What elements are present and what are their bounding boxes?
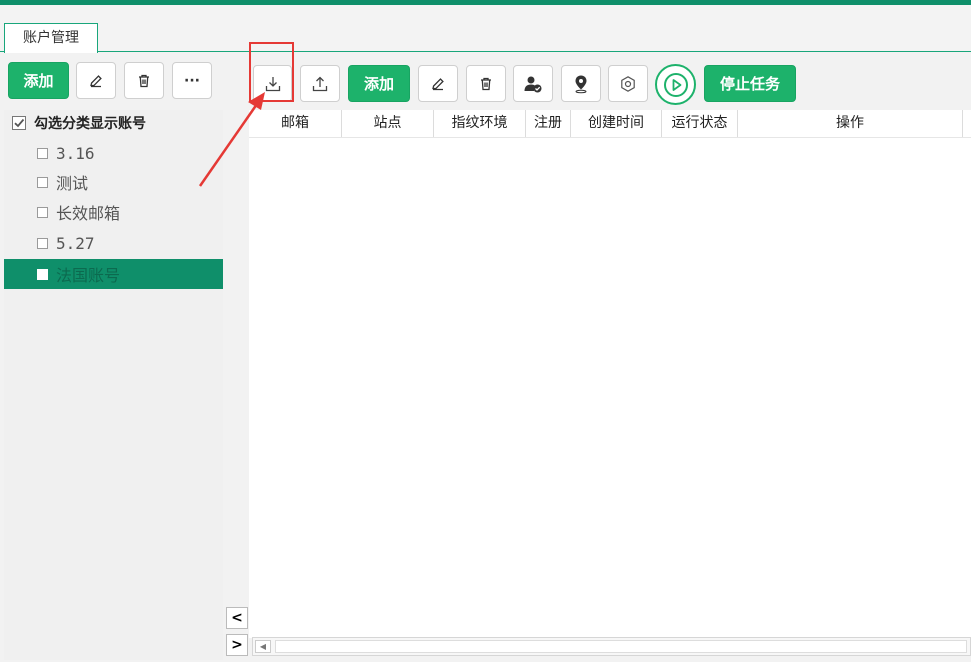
- settings-icon: [619, 75, 637, 93]
- stop-task-button[interactable]: 停止任务: [704, 65, 796, 102]
- tree-header-label: 勾选分类显示账号: [34, 116, 146, 132]
- more-icon: ···: [184, 72, 200, 89]
- column-header-actions[interactable]: 操作: [738, 110, 963, 137]
- scrollbar-thumb[interactable]: [275, 640, 967, 653]
- column-header-site[interactable]: 站点: [342, 110, 434, 137]
- left-edit-button[interactable]: [76, 62, 116, 99]
- tree-item-test[interactable]: 测试: [4, 167, 223, 197]
- tab-strip: 账户管理: [0, 5, 971, 53]
- table-header: 邮箱 站点 指纹环境 注册 创建时间 运行状态 操作: [249, 110, 971, 138]
- checkbox[interactable]: [37, 147, 48, 159]
- left-add-button[interactable]: 添加: [8, 62, 69, 99]
- column-header-email[interactable]: 邮箱: [249, 110, 342, 137]
- column-header-register[interactable]: 注册: [526, 110, 571, 137]
- location-button[interactable]: [561, 65, 601, 102]
- tree-item-france-accounts[interactable]: 法国账号: [4, 259, 223, 289]
- annotation-highlight-box: [249, 42, 294, 102]
- right-add-button[interactable]: 添加: [348, 65, 410, 102]
- column-header-created-time[interactable]: 创建时间: [571, 110, 662, 137]
- column-header-run-status[interactable]: 运行状态: [662, 110, 738, 137]
- right-edit-button[interactable]: [418, 65, 458, 102]
- tree-header[interactable]: 勾选分类显示账号: [12, 112, 146, 134]
- tree-item-3-16[interactable]: 3.16: [4, 138, 223, 168]
- tab-account-management[interactable]: 账户管理: [4, 23, 98, 53]
- expand-panel-button[interactable]: >: [226, 634, 248, 656]
- tree-item-label: 3.16: [56, 143, 95, 163]
- tree-item-long-term-mailbox[interactable]: 长效邮箱: [4, 197, 223, 227]
- edit-icon: [430, 76, 446, 92]
- settings-button[interactable]: [608, 65, 648, 102]
- horizontal-scrollbar[interactable]: ◀: [252, 637, 971, 656]
- right-delete-button[interactable]: [466, 65, 506, 102]
- left-delete-button[interactable]: [124, 62, 164, 99]
- delete-icon: [479, 76, 493, 92]
- export-icon: [311, 75, 329, 93]
- location-icon: [572, 74, 590, 94]
- start-task-button[interactable]: [655, 64, 696, 105]
- checkbox[interactable]: [37, 206, 48, 218]
- column-header-fingerprint-env[interactable]: 指纹环境: [434, 110, 526, 137]
- edit-icon: [88, 73, 104, 89]
- tree-item-label: 5.27: [56, 233, 95, 253]
- checkbox[interactable]: [37, 237, 48, 249]
- tree-item-label: 长效邮箱: [56, 204, 121, 223]
- export-button[interactable]: [300, 65, 340, 102]
- account-table: [249, 110, 971, 638]
- checkbox[interactable]: [37, 176, 48, 188]
- collapse-panel-button[interactable]: <: [226, 607, 248, 629]
- left-more-button[interactable]: ···: [172, 62, 212, 99]
- checkbox[interactable]: [37, 268, 48, 280]
- tree-item-5-27[interactable]: 5.27: [4, 228, 223, 258]
- user-check-button[interactable]: [513, 65, 553, 102]
- checkbox-checked-icon[interactable]: [12, 116, 26, 130]
- user-check-icon: [523, 74, 543, 94]
- tree-item-label: 法国账号: [56, 266, 121, 285]
- delete-icon: [137, 73, 151, 89]
- scroll-left-icon[interactable]: ◀: [255, 640, 271, 653]
- tree-item-label: 测试: [56, 174, 89, 193]
- play-icon: [663, 72, 689, 98]
